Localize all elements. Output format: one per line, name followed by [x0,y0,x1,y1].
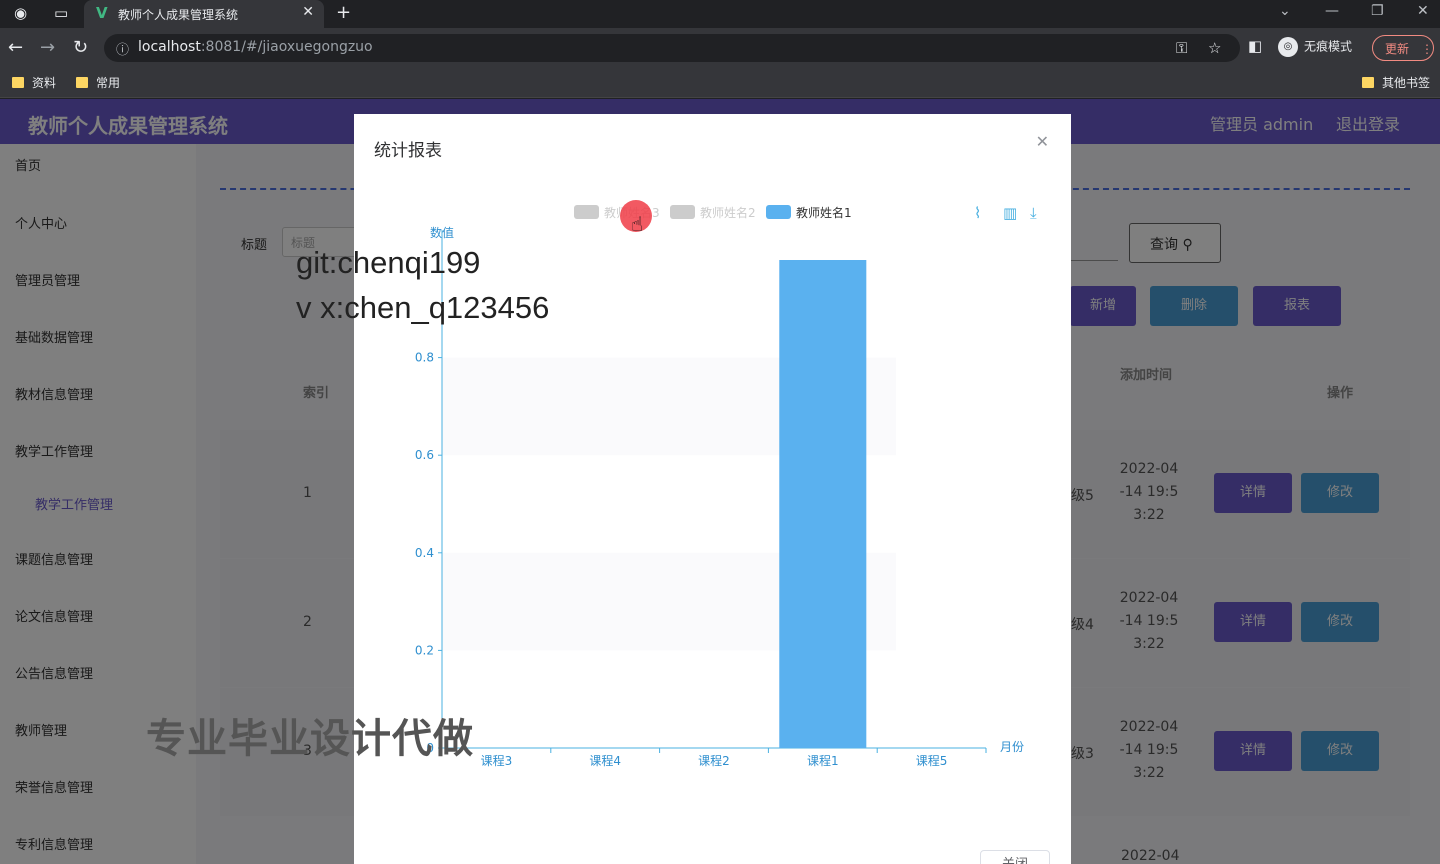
y-axis-title: 数值 [430,225,454,240]
update-button[interactable]: 更新 ⋮ [1372,35,1434,61]
url-input[interactable]: ⓘ localhost:8081/#/jiaoxuegongzuo ⚿ ☆ [104,34,1240,62]
x-axis-title: 月份 [1000,740,1024,754]
tab-search-icon[interactable]: ▭ [54,4,72,22]
url-host: localhost [138,39,201,55]
hand-cursor-icon: ☝ [631,212,644,236]
new-tab-icon[interactable]: + [336,2,351,23]
password-key-icon[interactable]: ⚿ [1176,39,1187,57]
incognito-indicator[interactable]: ◎ 无痕模式 [1278,37,1352,57]
more-menu-icon[interactable]: ⋮ [1421,42,1433,56]
url-path: :8081/#/jiaoxuegongzuo [200,39,373,55]
x-tick-label: 课程4 [589,753,621,768]
bookmark-folder-changyong[interactable]: 常用 [76,74,120,91]
y-tick-label: 0.2 [415,643,434,657]
x-tick-label: 课程5 [916,753,948,768]
tab-close-icon[interactable]: ✕ [302,4,314,20]
tab-title: 教师个人成果管理系统 [118,8,239,22]
x-tick-label: 课程2 [698,753,730,768]
close-button[interactable]: 关闭 [980,850,1050,864]
vue-favicon-icon: V [96,4,108,22]
other-bookmarks-label: 其他书签 [1382,76,1431,90]
watermark-git: git:chenqi199 [296,245,481,280]
bookmark-star-icon[interactable]: ☆ [1208,39,1221,57]
folder-icon [1362,77,1374,88]
bookmark-folder-ziliao[interactable]: 资料 [12,74,56,91]
back-icon[interactable]: ← [8,37,23,58]
minimize-icon[interactable]: — [1325,3,1339,19]
y-tick-label: 0.6 [415,448,434,462]
close-button-label: 关闭 [1002,857,1028,864]
x-tick-label: 课程1 [807,753,839,768]
tab-list-icon[interactable]: ⌄ [1279,3,1291,19]
restore-icon[interactable]: ❐ [1371,3,1384,19]
address-bar: ← → ↻ ⓘ localhost:8081/#/jiaoxuegongzuo … [0,28,1440,68]
watermark-service: 专业毕业设计代做 [146,716,474,762]
y-tick-label: 0.4 [415,546,434,560]
bookmark-label: 常用 [96,76,121,90]
browser-tab[interactable]: V 教师个人成果管理系统 ✕ [84,0,324,28]
incognito-label: 无痕模式 [1304,39,1353,54]
browser-menu-icon[interactable]: ◉ [14,4,32,22]
folder-icon [12,77,24,88]
forward-icon[interactable]: → [40,37,55,58]
window-close-icon[interactable]: ✕ [1417,3,1429,19]
y-tick-label: 0.8 [415,351,434,365]
watermark-wechat: v x:chen_q123456 [296,290,550,325]
bar [779,260,867,748]
bookmarks-bar: 资料 常用 其他书签 [0,68,1440,98]
update-label: 更新 [1385,42,1410,56]
reload-icon[interactable]: ↻ [73,37,88,58]
sidebar-toggle-icon[interactable]: ◧ [1248,37,1262,55]
folder-icon [76,77,88,88]
x-tick-label: 课程3 [481,753,513,768]
site-info-icon[interactable]: ⓘ [116,39,129,58]
other-bookmarks[interactable]: 其他书签 [1362,74,1430,91]
incognito-icon: ◎ [1278,37,1298,57]
browser-tab-strip: ◉ ▭ V 教师个人成果管理系统 ✕ + ⌄ — ❐ ✕ [0,0,1440,28]
bookmark-label: 资料 [32,76,57,90]
